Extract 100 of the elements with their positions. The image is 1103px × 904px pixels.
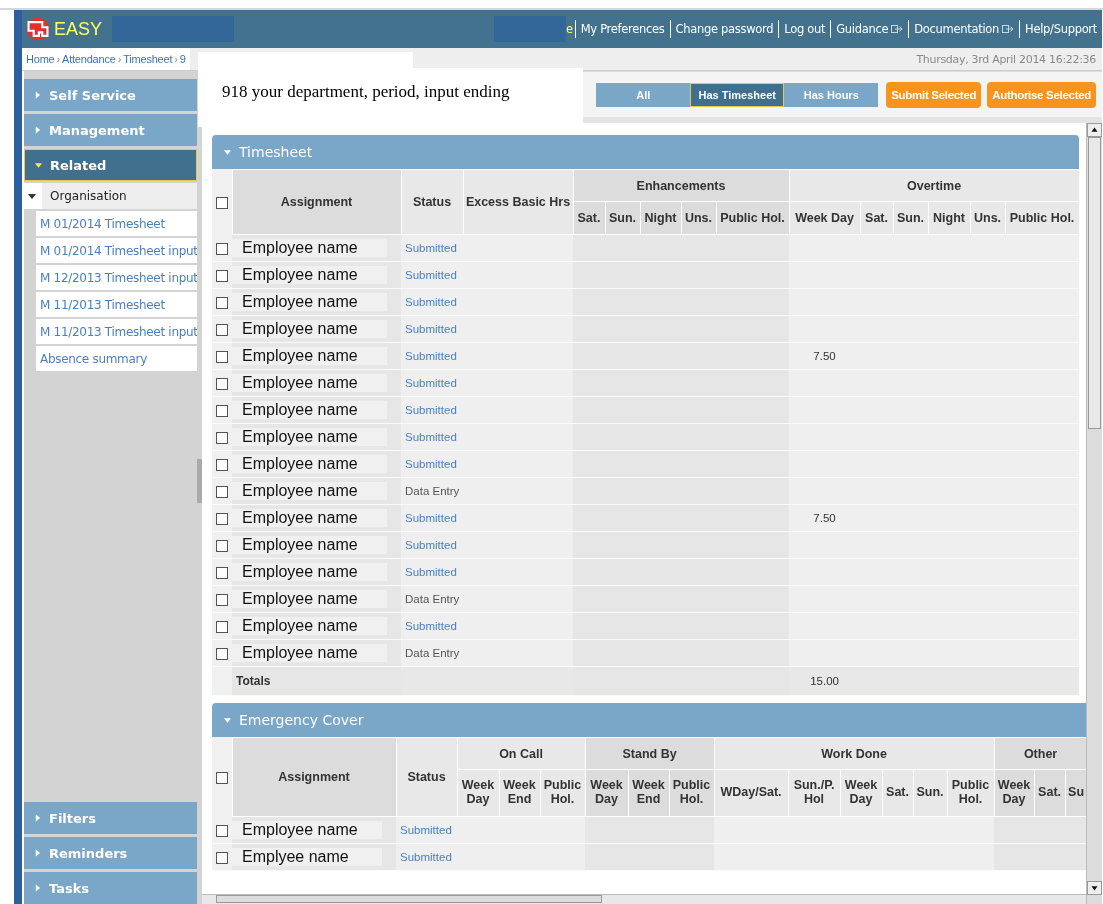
status-link[interactable]: Submitted [396,851,452,863]
checkbox[interactable] [216,323,228,336]
checkbox[interactable] [216,350,228,363]
breadcrumb-separator: › [117,53,122,65]
breadcrumb-separator: › [56,53,60,65]
status-link[interactable]: Submitted [401,539,457,551]
status-link[interactable]: Submitted [396,824,452,836]
checkbox[interactable] [215,771,228,784]
scrollbar-thumb[interactable] [197,459,202,503]
caret-icon[interactable] [24,183,42,209]
header-link[interactable]: Help/Support [1020,22,1102,36]
sidebar-link[interactable]: M 01/2014 Timesheet [36,211,197,236]
header-link[interactable]: Guidance [831,22,909,36]
sidebar-link[interactable]: M 12/2013 Timesheet input [36,265,197,290]
checkbox[interactable] [215,196,228,209]
header-link[interactable]: Change password [670,22,779,36]
status-link[interactable]: Submitted [401,296,457,308]
total-value: 15.00 [810,675,839,687]
sidebar-link[interactable]: Absence summary [36,346,197,371]
column-group-header: Stand By [585,737,715,770]
external-link-icon [891,24,904,34]
breadcrumb-link[interactable]: Home [26,53,55,65]
action-button[interactable]: Submit Selected [886,81,982,108]
status-link[interactable]: Submitted [401,431,457,443]
caret-icon [34,849,41,857]
checkbox[interactable] [216,851,228,864]
employee-name: Emplyee name [232,848,382,866]
external-link-icon [1002,24,1015,34]
checkbox[interactable] [216,269,228,282]
header-link[interactable]: Log out [779,22,831,36]
caret-icon [224,148,231,156]
caret-icon [35,161,42,169]
status-link[interactable]: Submitted [401,512,457,524]
filter-tab[interactable]: All [596,82,691,107]
checkbox[interactable] [216,620,228,633]
employee-name: Employee name [232,482,387,500]
sidebar-section[interactable]: Filters [24,802,197,834]
checkbox[interactable] [216,593,228,606]
panel-header[interactable]: Emergency Cover [212,703,1086,737]
status-link[interactable]: Submitted [401,404,457,416]
checkbox[interactable] [216,824,228,837]
totals-label: Totals [235,674,271,688]
column-header: Sun. [913,769,948,817]
status-link[interactable]: Submitted [401,458,457,470]
checkbox[interactable] [216,377,228,390]
checkbox[interactable] [216,485,228,498]
filter-tab[interactable]: Has Timesheet [690,82,785,107]
checkbox[interactable] [216,431,228,444]
arrow-down-icon[interactable] [1087,881,1102,895]
checkbox[interactable] [216,539,228,552]
status-link[interactable]: Submitted [401,242,457,254]
column-header: Public Hol. [716,201,790,235]
sidebar-section[interactable]: Reminders [24,837,197,869]
employee-name: Employee name [232,293,387,311]
column-header: Public Hol. [540,769,586,817]
employee-name: Employee name [232,617,387,635]
caret-icon [34,814,41,822]
header-link[interactable]: My Preferences [575,22,670,36]
breadcrumb-link[interactable]: 9 [179,53,186,65]
employee-name: Employee name [232,239,387,257]
column-header: Public Hol. [947,769,995,817]
caret-icon [34,126,41,134]
checkbox[interactable] [216,404,228,417]
sidebar-section[interactable]: Self Service [24,79,197,111]
action-button[interactable]: Authorise Selected [987,81,1096,108]
column-group-header: Work Done [714,737,995,770]
filter-tab[interactable]: Has Hours [784,82,879,107]
column-header: Excess Basic Hrs [463,169,573,235]
status-link[interactable]: Submitted [401,566,457,578]
status-link[interactable]: Submitted [401,350,457,362]
status-link[interactable]: Submitted [401,269,457,281]
header-link[interactable]: e [565,22,575,36]
checkbox[interactable] [216,242,228,255]
column-header: Public Hol. [1005,201,1080,235]
checkbox[interactable] [216,647,228,660]
vertical-scrollbar[interactable] [1086,123,1102,904]
status-link[interactable]: Submitted [401,377,457,389]
status-link[interactable]: Submitted [401,620,457,632]
breadcrumb-link[interactable]: Timesheet [123,53,173,65]
sidebar-section[interactable]: Tasks [24,872,197,904]
sidebar-link[interactable]: M 11/2013 Timesheet input [36,319,197,344]
horizontal-scrollbar[interactable] [202,894,1086,904]
employee-name: Employee name [232,320,387,338]
checkbox[interactable] [216,296,228,309]
sidebar-section[interactable]: Related [24,149,197,181]
breadcrumb-link[interactable]: Attendance [62,53,116,65]
arrow-up-icon[interactable] [1087,123,1102,137]
column-group-header: Enhancements [573,169,790,202]
sidebar-link[interactable]: M 11/2013 Timesheet [36,292,197,317]
checkbox[interactable] [216,458,228,471]
checkbox[interactable] [216,512,228,525]
status-link[interactable]: Submitted [401,323,457,335]
sidebar-section[interactable]: Management [24,114,197,146]
column-header: WDay/Sat. [714,769,789,817]
panel-header[interactable]: Timesheet [212,135,1079,169]
sidebar-link[interactable]: M 01/2014 Timesheet input [36,238,197,263]
header-link[interactable]: Documentation [909,22,1020,36]
column-header: Week Day [457,769,499,817]
employee-name: Employee name [232,590,387,608]
checkbox[interactable] [216,566,228,579]
